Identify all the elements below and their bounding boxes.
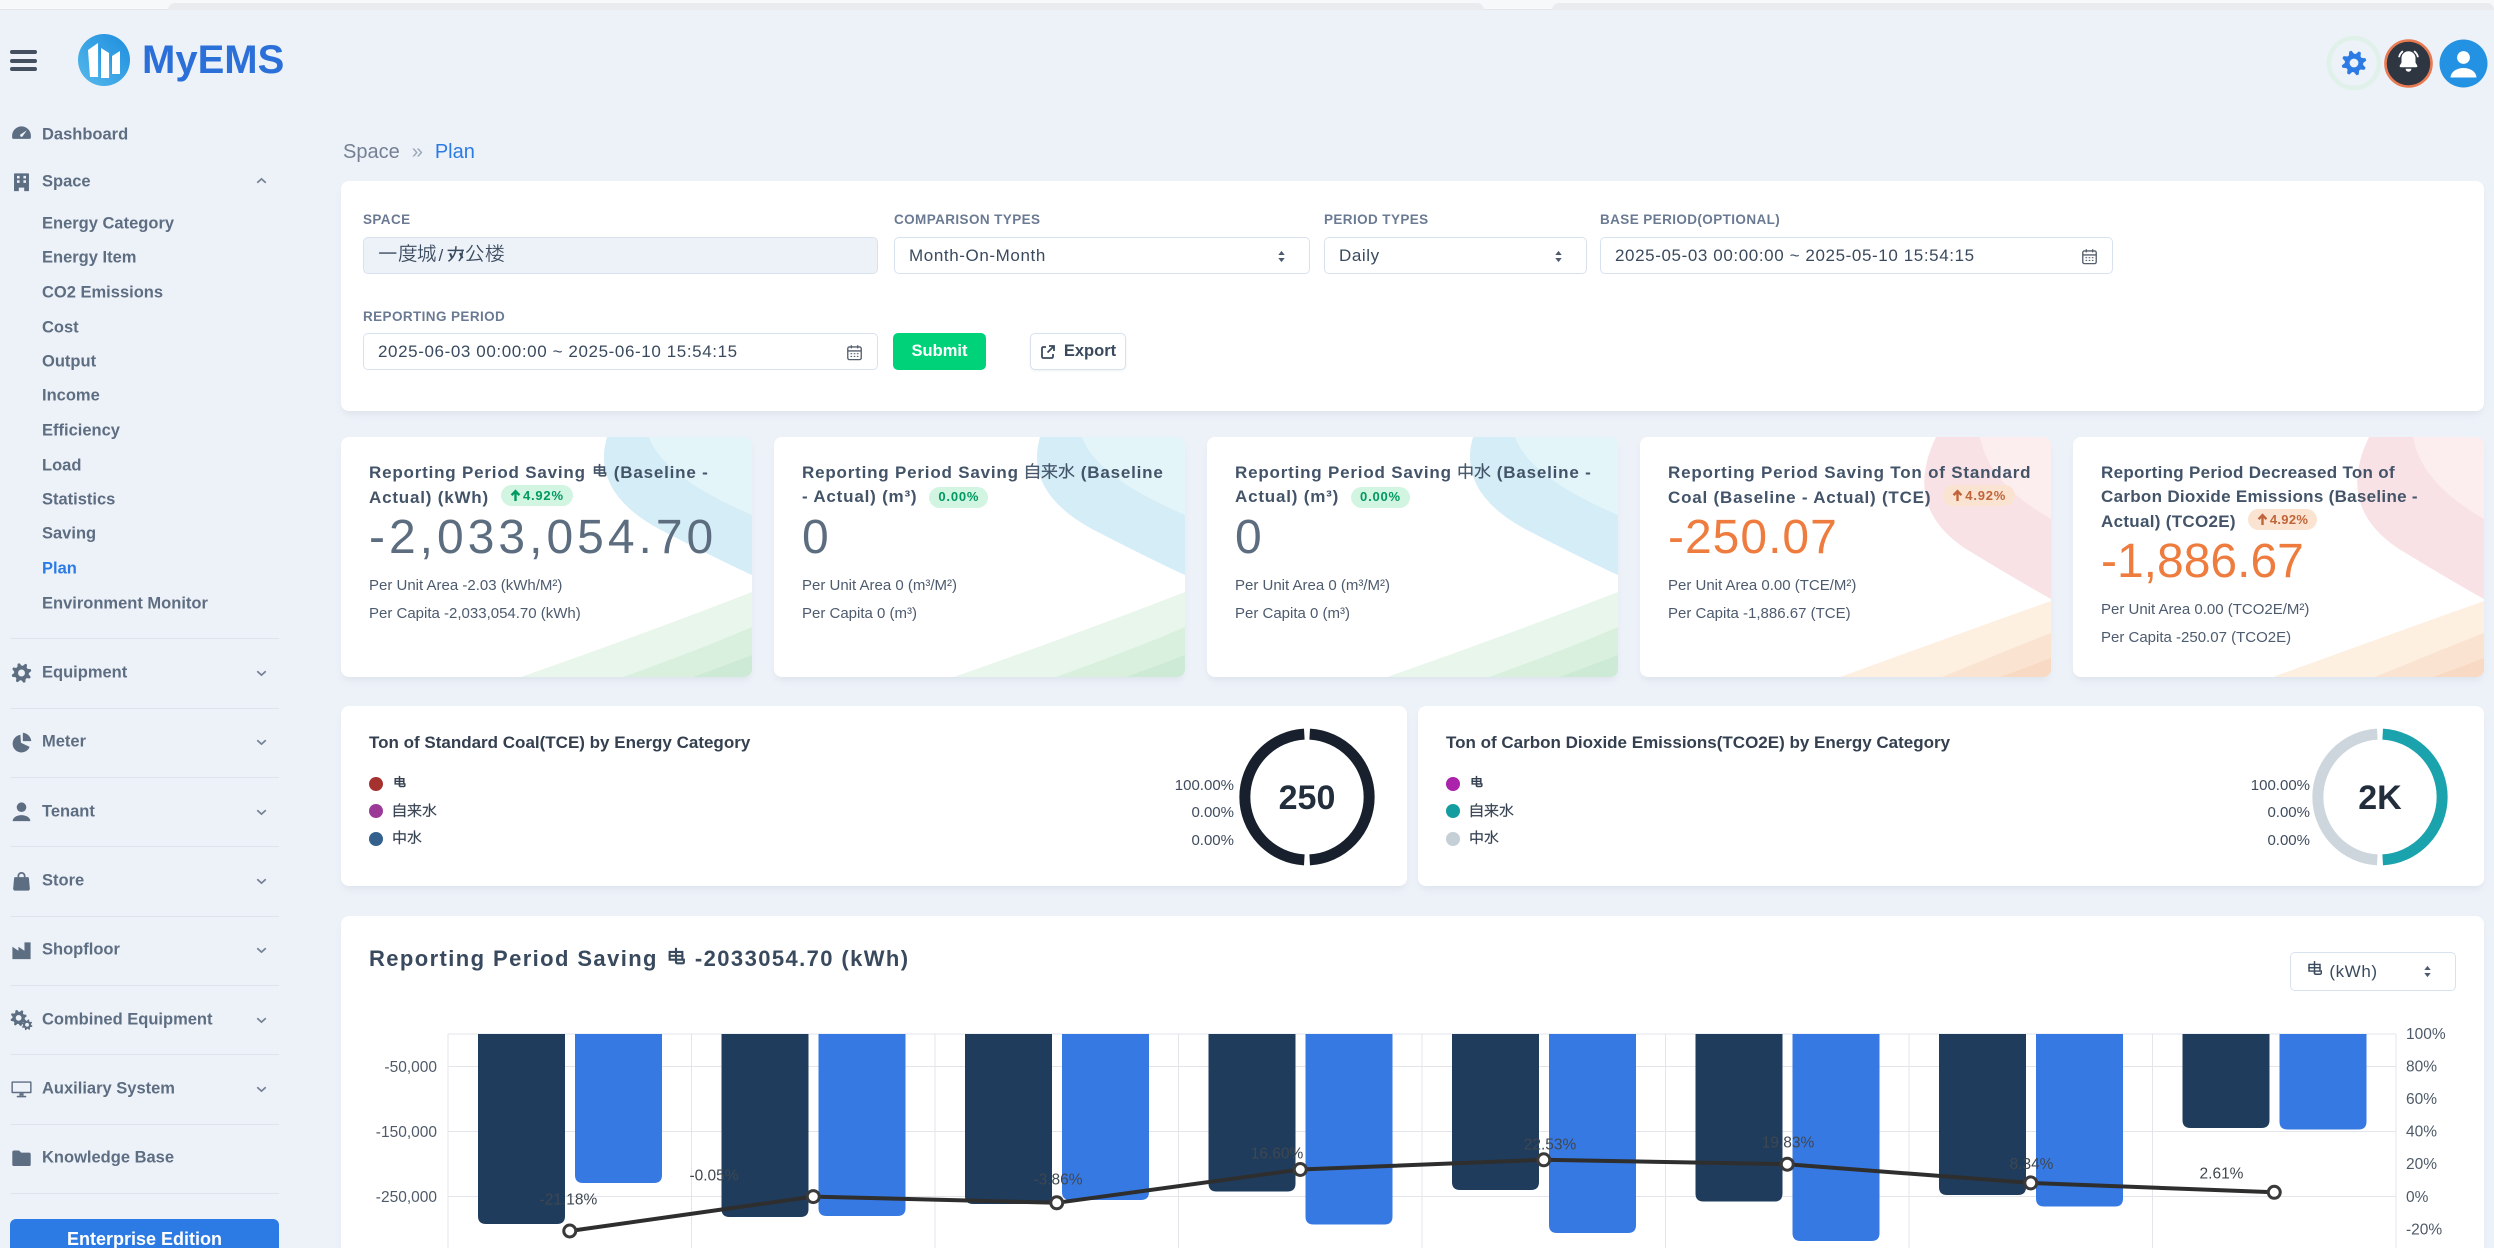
svg-text:-50,000: -50,000	[384, 1059, 437, 1076]
svg-text:-3.86%: -3.86%	[1033, 1172, 1082, 1189]
svg-text:60%: 60%	[2406, 1091, 2437, 1108]
svg-text:-0.05%: -0.05%	[689, 1168, 738, 1185]
svg-text:-20%: -20%	[2406, 1221, 2442, 1238]
svg-text:20%: 20%	[2406, 1156, 2437, 1173]
svg-text:250: 250	[1279, 779, 1336, 817]
svg-text:19.83%: 19.83%	[1762, 1135, 1815, 1152]
svg-text:-150,000: -150,000	[376, 1124, 438, 1141]
svg-text:-250,000: -250,000	[376, 1189, 438, 1206]
svg-text:22.53%: 22.53%	[1524, 1137, 1577, 1154]
svg-text:2.61%: 2.61%	[2200, 1166, 2244, 1183]
svg-text:80%: 80%	[2406, 1059, 2437, 1076]
svg-text:0%: 0%	[2406, 1189, 2429, 1206]
svg-text:8.34%: 8.34%	[2010, 1156, 2054, 1173]
svg-text:16.60%: 16.60%	[1251, 1146, 1304, 1163]
svg-text:100%: 100%	[2406, 1026, 2446, 1043]
svg-text:2K: 2K	[2358, 779, 2402, 817]
svg-text:-21.18%: -21.18%	[540, 1192, 598, 1209]
svg-text:40%: 40%	[2406, 1124, 2437, 1141]
